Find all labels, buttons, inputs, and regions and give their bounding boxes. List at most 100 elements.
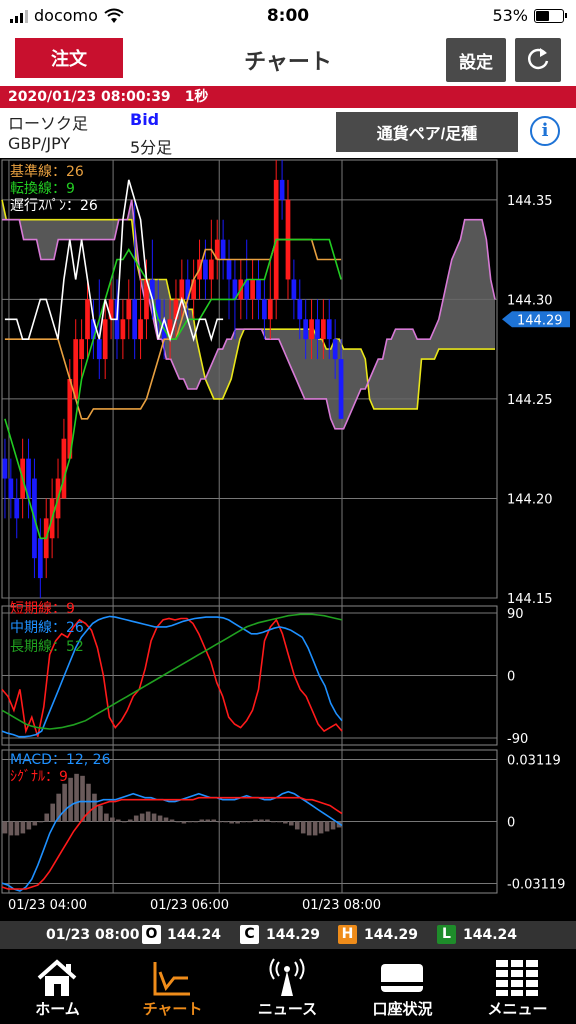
candle-body <box>8 478 14 499</box>
y-tick-label: 144.30 <box>507 293 553 308</box>
status-bar: docomo 8:00 53% <box>0 0 576 32</box>
histogram-bar <box>62 783 67 822</box>
price-chart[interactable]: 144.35 144.30 144.25 144.20 144.15 144.29 基準… <box>0 158 576 921</box>
histogram-bar <box>68 777 73 822</box>
tab-news[interactable]: ニュース <box>230 950 345 1024</box>
histogram-bar <box>306 821 312 836</box>
candle-body <box>179 279 185 300</box>
histogram-bar <box>169 819 175 822</box>
histogram-bar <box>44 813 50 822</box>
histogram-bar <box>151 813 157 822</box>
chart-info-bar: ローソク足 GBP/JPY Bid 5分足 通貨ペア/足種 i <box>0 108 576 158</box>
low-value: 144.24 <box>463 927 518 943</box>
histogram-bar <box>74 773 79 822</box>
candle-body <box>315 319 320 340</box>
y-tick-label: 144.20 <box>507 492 553 507</box>
histogram-bar <box>205 819 211 822</box>
pair-timeframe-button[interactable]: 通貨ペア/足種 <box>336 112 518 152</box>
histogram-bar <box>127 819 133 822</box>
news-icon <box>269 958 305 996</box>
candle-body <box>326 319 332 340</box>
candle-body <box>37 538 43 579</box>
candle-body <box>14 498 20 519</box>
refresh-button[interactable] <box>515 38 561 82</box>
tab-label: ニュース <box>257 1000 318 1018</box>
candle-body <box>203 259 208 280</box>
histogram-bar <box>288 821 294 826</box>
histogram-bar <box>80 775 85 822</box>
tab-home[interactable]: ホーム <box>0 950 115 1024</box>
candle-body <box>79 339 84 360</box>
candle-body <box>73 339 79 399</box>
histogram-bar <box>104 813 109 822</box>
app-header: 注文 チャート 設定 <box>0 32 576 86</box>
candle-body <box>96 339 102 360</box>
tab-account[interactable]: 口座状況 <box>345 950 460 1024</box>
candle-body <box>208 259 214 280</box>
candle-body <box>126 299 132 320</box>
candle-body <box>2 458 8 479</box>
candle-body <box>297 299 303 320</box>
histogram-bar <box>26 821 32 830</box>
candle-body <box>138 319 143 340</box>
high-tag: H <box>338 925 357 944</box>
candle-body <box>332 339 338 360</box>
order-button[interactable]: 注文 <box>15 38 123 78</box>
histogram-bar <box>181 821 187 824</box>
home-icon <box>37 959 77 996</box>
histogram-bar <box>187 821 193 823</box>
histogram-bar <box>217 821 223 823</box>
histogram-bar <box>247 821 252 823</box>
chikou-legend: 遅行ｽﾊﾟﾝ：26 <box>10 198 98 214</box>
macd-legend: MACD：12, 26 <box>10 752 111 768</box>
pair-label: GBP/JPY <box>8 134 71 153</box>
histogram-bar <box>235 821 240 824</box>
histogram-bar <box>229 821 234 824</box>
histogram-bar <box>157 815 163 822</box>
mid-legend: 中期線：26 <box>10 620 84 636</box>
info-icon[interactable]: i <box>530 116 560 146</box>
ohlc-time: 01/23 08:00 <box>46 927 140 943</box>
y-tick-label: 0.03119 <box>507 754 561 769</box>
histogram-bar <box>121 821 127 823</box>
candle-body <box>220 239 226 260</box>
candle-body <box>279 179 285 200</box>
account-icon <box>381 964 423 992</box>
timestamp-bar: 2020/01/23 08:00:39 1秒 <box>0 86 576 108</box>
tab-bar: ホーム チャート ニュース 口座状況 メニュー <box>0 950 576 1024</box>
histogram-bar <box>2 821 8 834</box>
candle-body <box>250 279 255 300</box>
long-legend: 長期線：52 <box>10 639 84 655</box>
time-label: 01/23 04:00 <box>8 898 87 913</box>
histogram-bar <box>318 821 324 834</box>
kijun-legend: 基準線：26 <box>10 163 84 180</box>
candle-body <box>120 319 126 340</box>
current-price-tag: 144.29 <box>502 311 570 328</box>
low-tag: L <box>437 925 456 944</box>
timestamp: 2020/01/23 08:00:39 <box>8 89 171 105</box>
histogram-bar <box>110 817 115 822</box>
time-axis: 01/23 04:00 01/23 06:00 01/23 08:00 <box>8 898 381 913</box>
histogram-bar <box>163 817 169 822</box>
candle-body <box>132 299 138 340</box>
histogram-bar <box>312 821 318 836</box>
y-tick-label: 144.15 <box>507 592 553 607</box>
candle-body <box>291 279 297 300</box>
settings-button[interactable]: 設定 <box>446 38 506 82</box>
histogram-bar <box>8 821 14 836</box>
histogram-bar <box>145 811 151 822</box>
tab-chart[interactable]: チャート <box>115 950 230 1024</box>
candle-body <box>102 319 108 360</box>
update-interval: 1秒 <box>184 89 209 105</box>
histogram-bar <box>199 819 205 822</box>
histogram-bar <box>211 819 217 822</box>
histogram-bar <box>32 821 38 826</box>
histogram-bar <box>175 821 181 823</box>
tab-menu[interactable]: メニュー <box>460 950 575 1024</box>
chart-type-label: ローソク足 <box>8 114 89 133</box>
y-tick-label: 0 <box>507 816 515 831</box>
ohlc-bar: 01/23 08:00 O 144.24 C 144.29 H 144.29 L… <box>0 921 576 949</box>
y-tick-label: 144.25 <box>507 393 553 408</box>
histogram-bar <box>98 805 103 822</box>
open-value: 144.24 <box>167 927 222 943</box>
